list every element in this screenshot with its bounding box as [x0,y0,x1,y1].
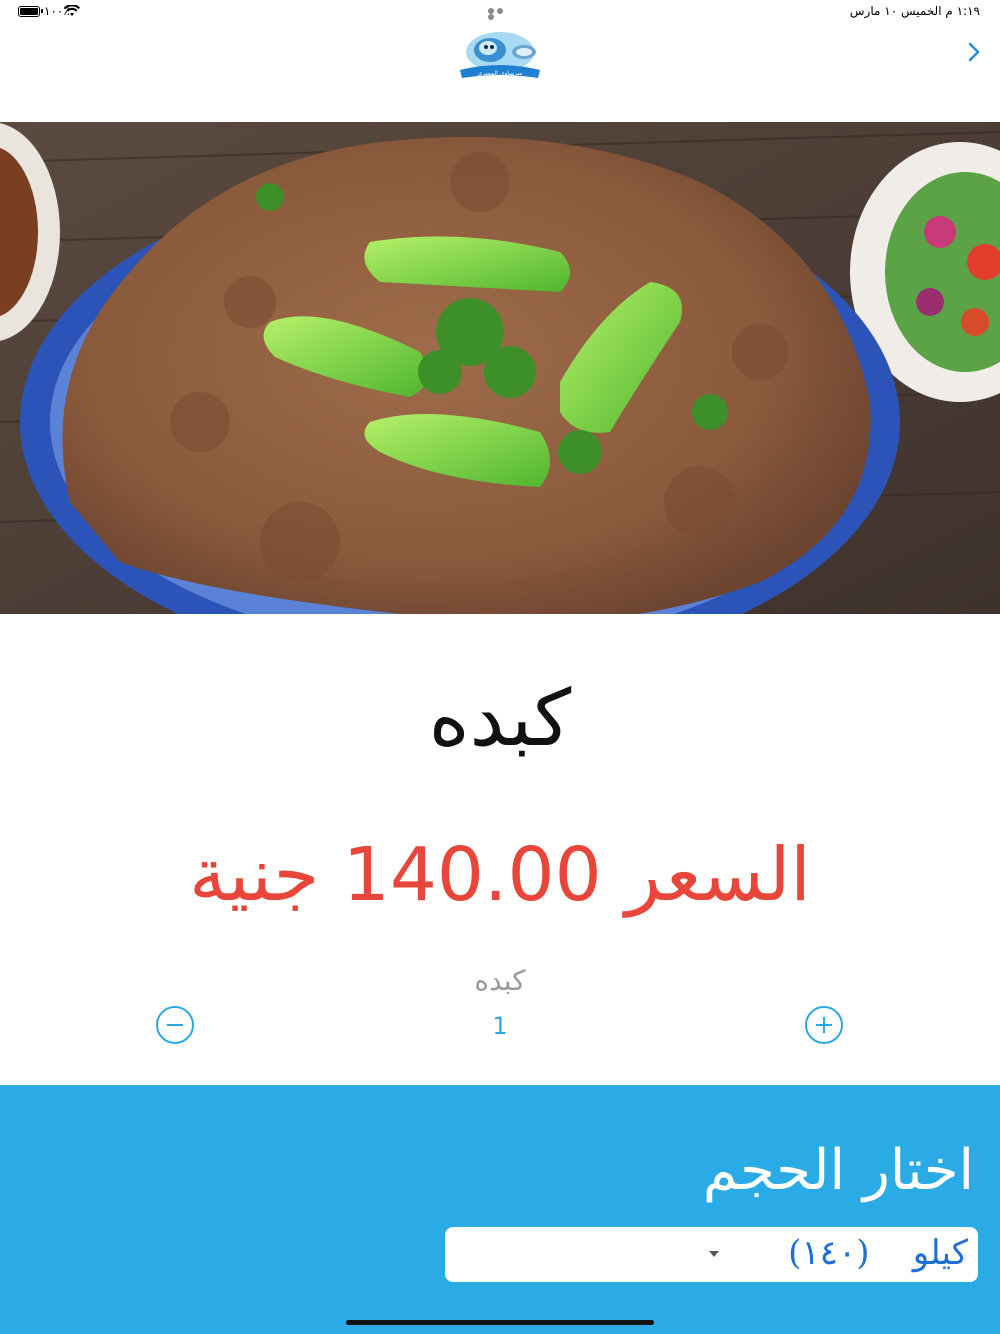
size-heading: اختار الحجم [702,1138,974,1203]
status-time-date: ١:١٩ م الخميس ١٠ مارس [849,4,980,18]
caret-down-icon [709,1251,719,1257]
increase-quantity-button[interactable] [805,1006,843,1044]
navigation-bar: سرساوي المسري [0,24,1000,122]
quantity-item-label: كبده [474,964,526,997]
more-dots-icon[interactable] [488,8,512,20]
product-price: السعر 140.00 جنية [189,832,811,918]
logo-text: سرساوي المسري [477,70,522,77]
decrease-quantity-button[interactable] [156,1006,194,1044]
size-selected-value: كيلو (١٤٠) [788,1233,968,1273]
home-indicator[interactable] [346,1320,654,1325]
minus-icon [167,1024,183,1026]
chevron-right-icon[interactable] [964,38,984,66]
product-image [0,122,1000,614]
wifi-icon [64,5,80,16]
product-title: كبده [428,674,572,764]
battery-icon [18,6,43,17]
size-selection-section: اختار الحجم كيلو (١٤٠) [0,1085,1000,1334]
product-detail-screen: ٪١٠٠ ١:١٩ م الخميس ١٠ مارس سرساوي المسري [0,0,1000,1334]
restaurant-logo[interactable]: سرساوي المسري [452,26,548,82]
status-bar: ٪١٠٠ ١:١٩ م الخميس ١٠ مارس [0,0,1000,24]
size-dropdown[interactable]: كيلو (١٤٠) [445,1227,978,1282]
quantity-value: 1 [492,1012,508,1040]
